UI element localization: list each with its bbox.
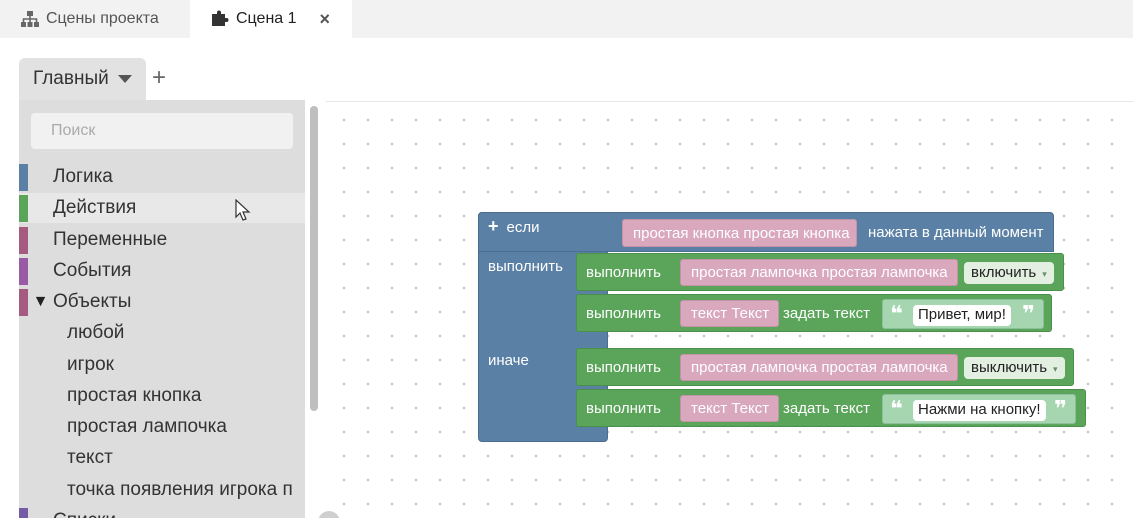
toolbox-category-label: События: [53, 260, 132, 281]
dropdown-value: включить: [971, 264, 1037, 281]
toolbox-category-variables[interactable]: Переменные: [19, 225, 305, 255]
string-value[interactable]: Привет, мир!: [913, 305, 1011, 326]
action-object-field[interactable]: текст Текст: [680, 300, 780, 327]
sitemap-icon: [21, 11, 39, 27]
category-color-strip: [19, 257, 28, 285]
dropdown-arrow-icon: ▾: [1042, 269, 1047, 279]
toolbox-category-label: Списки: [53, 510, 116, 518]
action-dropdown[interactable]: выключить ▾: [964, 357, 1065, 379]
string-block[interactable]: ❝ Нажми на кнопку! ❞: [882, 394, 1076, 424]
add-category-button[interactable]: +: [152, 66, 166, 90]
tab-scene-1-label: Сцена 1: [236, 10, 297, 27]
plus-icon[interactable]: +: [488, 216, 499, 236]
toolbox-object-player[interactable]: игрок: [67, 354, 114, 376]
action-block-set-text-press[interactable]: выполнить текст Текст задать текст ❝ Наж…: [576, 389, 1086, 427]
expand-triangle-icon[interactable]: ▼: [28, 293, 53, 311]
quote-open-icon: ❝: [890, 301, 903, 326]
category-color-strip: [19, 288, 28, 316]
action-do-label: выполнить: [586, 400, 661, 417]
action-block-lamp-off[interactable]: выполнить простая лампочка простая лампо…: [576, 348, 1074, 386]
toolbox-category-actions[interactable]: Действия: [19, 193, 305, 223]
category-color-strip: [19, 194, 28, 222]
action-object-field[interactable]: простая лампочка простая лампочка: [680, 259, 958, 286]
condition-text: нажата в данный момент: [868, 224, 1044, 241]
condition-object-field[interactable]: простая кнопка простая кнопка: [622, 219, 857, 247]
tab-project-scenes[interactable]: Сцены проекта: [0, 0, 190, 38]
puzzle-icon: [212, 10, 229, 26]
toolbox-scrollbar[interactable]: [310, 106, 318, 411]
toolbox-category-label: Логика: [53, 166, 113, 187]
category-color-strip: [19, 507, 28, 518]
if-label: если: [506, 219, 540, 236]
toolbox-object-spawn-point[interactable]: точка появления игрока п: [67, 479, 293, 501]
dropdown-arrow-icon: ▾: [1053, 364, 1058, 374]
search-input[interactable]: [31, 113, 293, 149]
toolbox: Логика Действия Переменные События ▼ Объ…: [19, 100, 305, 518]
toolbox-category-events[interactable]: События: [19, 256, 305, 286]
action-block-set-text-hello[interactable]: выполнить текст Текст задать текст ❝ При…: [576, 294, 1052, 332]
action-do-label: выполнить: [586, 305, 661, 322]
caret-down-icon: [117, 75, 132, 83]
if-mutator[interactable]: + если: [488, 216, 540, 237]
close-icon[interactable]: ×: [319, 9, 330, 30]
string-block[interactable]: ❝ Привет, мир! ❞: [882, 299, 1044, 329]
category-tab-label: Главный: [33, 68, 109, 89]
category-color-strip: [19, 226, 28, 254]
category-color-strip: [19, 163, 28, 191]
toolbox-category-lists[interactable]: Списки: [19, 506, 305, 518]
toolbox-object-simple-lamp[interactable]: простая лампочка: [67, 416, 227, 438]
action-object-field[interactable]: простая лампочка простая лампочка: [680, 354, 958, 381]
toolbox-object-simple-button[interactable]: простая кнопка: [67, 385, 202, 407]
action-dropdown[interactable]: включить ▾: [964, 262, 1054, 284]
action-object-field[interactable]: текст Текст: [680, 395, 780, 422]
category-tab-main[interactable]: Главный: [19, 58, 146, 100]
action-do-label: выполнить: [586, 359, 661, 376]
string-value[interactable]: Нажми на кнопку!: [913, 400, 1046, 421]
mouse-cursor-icon: [235, 199, 251, 221]
scene-tab-bar: Сцены проекта Сцена 1 ×: [0, 0, 1133, 38]
toolbox-category-objects[interactable]: ▼ Объекты: [19, 287, 305, 317]
toolbox-category-label: Объекты: [53, 291, 132, 312]
toolbox-category-logic[interactable]: Логика: [19, 162, 305, 192]
action-verb: задать текст: [783, 305, 870, 322]
dropdown-value: выключить: [971, 359, 1048, 376]
action-do-label: выполнить: [586, 264, 661, 281]
action-block-lamp-on[interactable]: выполнить простая лампочка простая лампо…: [576, 253, 1064, 291]
toolbox-category-label: Действия: [53, 197, 137, 218]
tab-project-scenes-label: Сцены проекта: [46, 10, 159, 27]
quote-open-icon: ❝: [890, 396, 903, 421]
quote-close-icon: ❞: [1022, 301, 1035, 326]
action-verb: задать текст: [783, 400, 870, 417]
toolbox-category-label: Переменные: [53, 229, 168, 250]
do-label: выполнить: [488, 258, 563, 275]
else-label: иначе: [488, 352, 529, 369]
toolbox-object-any[interactable]: любой: [67, 322, 124, 344]
toolbox-object-text[interactable]: текст: [67, 447, 113, 469]
quote-close-icon: ❞: [1054, 396, 1067, 421]
tab-scene-1[interactable]: Сцена 1 ×: [190, 0, 352, 38]
